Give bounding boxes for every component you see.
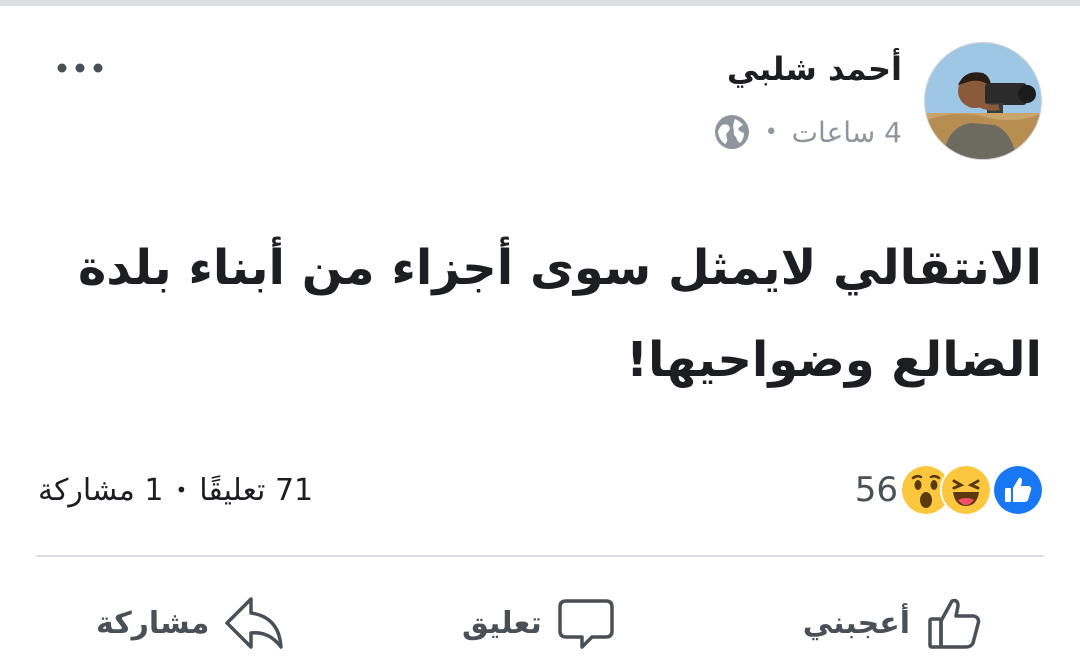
like-reaction-icon [992,464,1044,516]
engagement-counts: 71 تعليقًا • 1 مشاركة [38,466,313,514]
counts-separator: • [175,478,188,502]
comment-button[interactable]: تعليق [462,588,616,658]
reactions-summary[interactable]: 56 [855,464,1044,516]
shares-count[interactable]: 1 مشاركة [38,473,163,508]
post-meta: 4 ساعات • [713,112,902,152]
top-border [0,0,1080,6]
share-button[interactable]: مشاركة [96,588,285,658]
more-options-button[interactable] [52,52,108,84]
share-label: مشاركة [96,605,210,641]
like-label: أعجبني [802,605,910,641]
post-text-line-2: الضالع وضواحيها! [626,332,1042,388]
globe-icon[interactable] [713,113,751,151]
post-time[interactable]: 4 ساعات [792,116,902,149]
haha-reaction-icon [940,464,992,516]
thumbs-up-icon [928,598,981,649]
divider [36,555,1044,557]
share-icon [225,597,284,649]
more-options-icon [57,63,103,73]
post-body: الانتقالي لايمثل سوى أجزاء من أبناء بلدة… [42,222,1042,406]
comments-count[interactable]: 71 تعليقًا [199,473,313,508]
avatar[interactable] [924,42,1042,160]
comment-label: تعليق [462,605,542,641]
comment-icon [557,599,614,649]
reactions-count: 56 [854,470,898,510]
post-text-line-1: الانتقالي لايمثل سوى أجزاء من أبناء بلدة [77,240,1042,296]
author-name[interactable]: أحمد شلبي [727,50,902,88]
meta-separator: • [764,119,778,145]
like-button[interactable]: أعجبني [803,588,984,658]
